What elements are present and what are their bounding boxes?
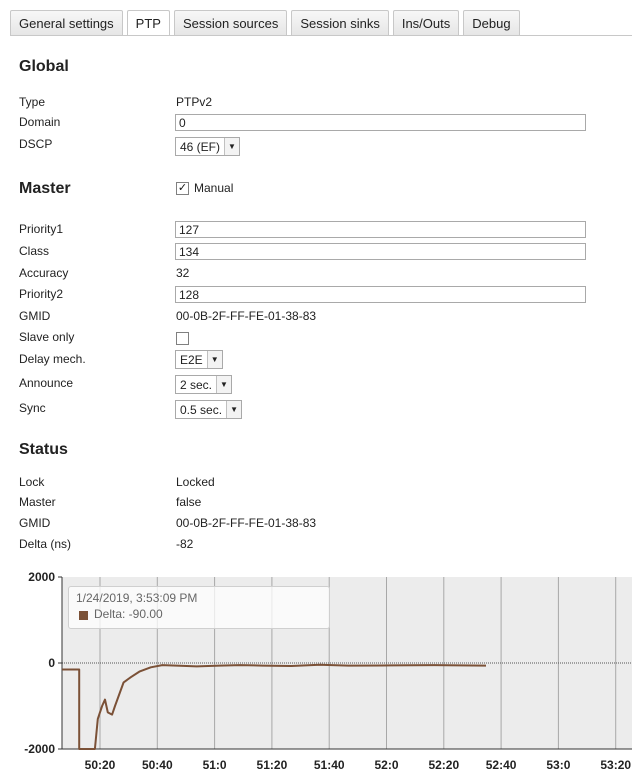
y-tick-label: 2000 bbox=[28, 570, 55, 584]
announce-label: Announce bbox=[19, 376, 74, 390]
x-tick-label: 50:40 bbox=[142, 758, 173, 772]
domain-label: Domain bbox=[19, 115, 61, 129]
chevron-down-icon: ▼ bbox=[216, 376, 232, 393]
accuracy-label: Accuracy bbox=[19, 266, 69, 280]
status-gmid-value: 00-0B-2F-FF-FE-01-38-83 bbox=[176, 516, 317, 530]
status-gmid-label: GMID bbox=[19, 516, 51, 530]
sync-label: Sync bbox=[19, 401, 46, 415]
delta-value: -82 bbox=[176, 537, 194, 551]
sync-selected-value: 0.5 sec. bbox=[180, 402, 223, 417]
delay-mech-label: Delay mech. bbox=[19, 352, 86, 366]
sync-select[interactable]: 0.5 sec. ▼ bbox=[175, 400, 243, 419]
tab-session-sources[interactable]: Session sources bbox=[173, 10, 288, 36]
priority2-input[interactable] bbox=[175, 286, 586, 303]
global-heading: Global bbox=[19, 58, 69, 75]
x-tick-label: 53:20 bbox=[600, 758, 631, 772]
type-label: Type bbox=[19, 95, 46, 109]
x-tick-label: 51:40 bbox=[314, 758, 345, 772]
manual-label: Manual bbox=[194, 181, 234, 195]
y-tick-label: -2000 bbox=[24, 742, 55, 756]
x-tick-label: 52:0 bbox=[374, 758, 398, 772]
tooltip-date: 1/24/2019, 3:53:09 PM bbox=[76, 591, 198, 605]
dscp-label: DSCP bbox=[19, 137, 53, 151]
tab-ins-outs[interactable]: Ins/Outs bbox=[392, 10, 460, 36]
tab-bar: General settings PTP Session sources Ses… bbox=[10, 10, 524, 36]
priority1-label: Priority1 bbox=[19, 222, 64, 236]
chart-tooltip: 1/24/2019, 3:53:09 PM Delta: -90.00 bbox=[68, 586, 330, 629]
type-value: PTPv2 bbox=[176, 95, 213, 109]
tab-ptp[interactable]: PTP bbox=[126, 10, 170, 36]
master-gmid-label: GMID bbox=[19, 309, 51, 323]
announce-select[interactable]: 2 sec. ▼ bbox=[175, 375, 233, 394]
lock-value: Locked bbox=[176, 475, 215, 489]
master-gmid-value: 00-0B-2F-FF-FE-01-38-83 bbox=[176, 309, 317, 323]
manual-checkbox[interactable]: ✓ bbox=[176, 182, 189, 195]
announce-selected-value: 2 sec. bbox=[180, 377, 213, 392]
dscp-select[interactable]: 46 (EF) ▼ bbox=[175, 137, 241, 156]
status-heading: Status bbox=[19, 441, 68, 458]
class-label: Class bbox=[19, 244, 50, 258]
dscp-selected-value: 46 (EF) bbox=[180, 139, 221, 154]
tab-session-sinks[interactable]: Session sinks bbox=[291, 10, 389, 36]
tab-divider bbox=[10, 35, 632, 36]
series-swatch bbox=[79, 611, 88, 620]
slave-only-label: Slave only bbox=[19, 330, 75, 344]
tooltip-value: Delta: -90.00 bbox=[94, 607, 163, 621]
status-master-value: false bbox=[176, 495, 202, 509]
priority1-input[interactable] bbox=[175, 221, 586, 238]
x-tick-label: 52:40 bbox=[486, 758, 517, 772]
domain-input[interactable] bbox=[175, 114, 586, 131]
accuracy-value: 32 bbox=[176, 266, 190, 280]
delay-mech-selected-value: E2E bbox=[180, 352, 203, 367]
x-tick-label: 51:20 bbox=[257, 758, 288, 772]
master-heading: Master bbox=[19, 180, 71, 197]
x-tick-label: 53:0 bbox=[546, 758, 570, 772]
x-tick-label: 51:0 bbox=[203, 758, 227, 772]
priority2-label: Priority2 bbox=[19, 287, 64, 301]
tab-general-settings[interactable]: General settings bbox=[10, 10, 123, 36]
delay-mech-select[interactable]: E2E ▼ bbox=[175, 350, 223, 369]
class-input[interactable] bbox=[175, 243, 586, 260]
x-tick-label: 52:20 bbox=[428, 758, 459, 772]
slave-only-checkbox[interactable] bbox=[176, 332, 189, 345]
y-tick-label: 0 bbox=[48, 656, 55, 670]
chevron-down-icon: ▼ bbox=[226, 401, 242, 418]
status-master-label: Master bbox=[19, 495, 56, 509]
chevron-down-icon: ▼ bbox=[206, 351, 222, 368]
lock-label: Lock bbox=[19, 475, 45, 489]
chevron-down-icon: ▼ bbox=[224, 138, 240, 155]
delta-label: Delta (ns) bbox=[19, 537, 72, 551]
x-tick-label: 50:20 bbox=[85, 758, 116, 772]
tab-debug[interactable]: Debug bbox=[463, 10, 520, 36]
